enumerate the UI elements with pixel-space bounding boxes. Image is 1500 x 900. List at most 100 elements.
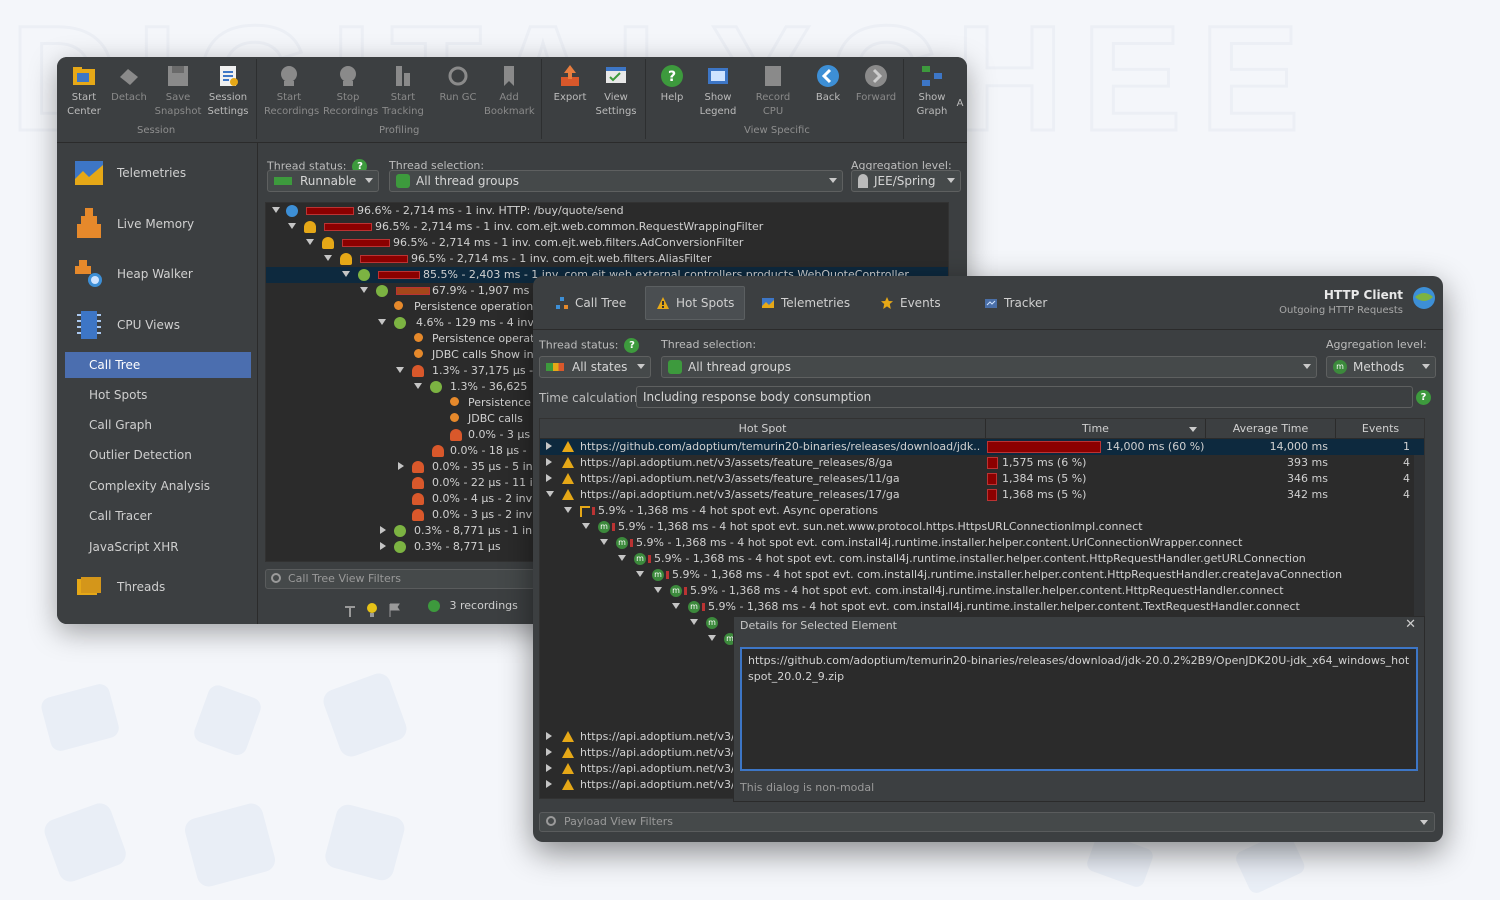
column-header-time[interactable]: Time [986, 419, 1206, 439]
start-tracking-button[interactable]: Start Tracking [378, 61, 428, 131]
table-row[interactable]: https://github.com/adoptium/temurin20-bi… [540, 439, 1424, 455]
http-client-window: Call Tree Hot Spots Telemetries Events T… [533, 276, 1443, 842]
thread-status-select[interactable]: Runnable [267, 170, 379, 192]
pin-icon[interactable] [343, 603, 357, 617]
payload-filter-input[interactable]: Payload View Filters [539, 812, 1435, 832]
view-settings-button[interactable]: View Settings [591, 61, 641, 131]
persistence-icon [450, 397, 459, 406]
tree-node[interactable]: m 5.9% - 1,368 ms - 4 hot spot evt. sun.n… [540, 519, 1424, 535]
sidebar-item-live-memory[interactable]: Live Memory [73, 206, 194, 242]
sidebar-item-call-tree[interactable]: Call Tree [65, 352, 251, 378]
tree-node[interactable]: 96.6% - 2,714 ms - 1 inv. HTTP: /buy/quo… [266, 203, 948, 219]
help-button[interactable]: ? Help [647, 61, 697, 131]
column-header-label: Time [1082, 422, 1109, 435]
save-snapshot-button[interactable]: Save Snapshot [153, 61, 203, 131]
sidebar-item-complexity-analysis[interactable]: Complexity Analysis [65, 473, 251, 499]
back-button[interactable]: Back [803, 61, 853, 131]
sidebar-item-call-tracer[interactable]: Call Tracer [65, 503, 251, 529]
sort-desc-icon [1189, 427, 1197, 432]
start-center-button[interactable]: Start Center [59, 61, 109, 131]
forward-button[interactable]: Forward [851, 61, 901, 131]
tree-node[interactable]: m 5.9% - 1,368 ms - 4 hot spot evt. com.i… [540, 567, 1424, 583]
tree-node-label: 96.5% - 2,714 ms - 1 inv. com.ejt.web.fi… [393, 236, 744, 249]
show-legend-button[interactable]: Show Legend [693, 61, 743, 131]
hot-spot-events: 4 [1403, 456, 1410, 469]
show-graph-button[interactable]: Show Graph [907, 61, 957, 131]
thread-selection-select[interactable]: All thread groups [389, 170, 843, 192]
table-row[interactable]: https://api.adoptium.net/v3/assets/featu… [540, 487, 1424, 503]
export-button[interactable]: Export [545, 61, 595, 131]
sidebar-item-heap-walker[interactable]: Heap Walker [73, 256, 193, 292]
sidebar-item-telemetries[interactable]: Telemetries [73, 155, 186, 191]
thread-status-select[interactable]: All states [539, 356, 651, 378]
heap-walker-icon [75, 260, 102, 287]
column-header-average-time[interactable]: Average Time [1206, 419, 1336, 439]
time-bar [987, 473, 997, 485]
tree-node[interactable]: m 5.9% - 1,368 ms - 4 hot spot evt. com.i… [540, 583, 1424, 599]
tab-label: Events [900, 296, 941, 310]
record-cpu-button[interactable]: Record CPU [748, 61, 798, 131]
tab-telemetries[interactable]: Telemetries [751, 286, 860, 320]
tree-node[interactable]: 96.5% - 2,714 ms - 1 inv. com.ejt.web.fi… [266, 235, 948, 251]
tree-node-label: Persistence [468, 396, 531, 409]
column-header-hot-spot[interactable]: Hot Spot [540, 419, 986, 439]
aggregation-level-select[interactable]: JEE/Spring [851, 170, 961, 192]
tree-node[interactable]: m 5.9% - 1,368 ms - 4 hot spot evt. com.i… [540, 599, 1424, 615]
dialog-content-textarea[interactable]: https://github.com/adoptium/temurin20-bi… [740, 647, 1418, 771]
tab-hot-spots[interactable]: Hot Spots [645, 286, 746, 320]
sidebar-item-javascript-xhr[interactable]: JavaScript XHR [65, 534, 251, 560]
save-icon [168, 66, 188, 86]
table-row[interactable]: https://api.adoptium.net/v3/assets/featu… [540, 455, 1424, 471]
stop-recordings-button[interactable]: Stop Recordings [323, 61, 378, 131]
tree-node-label: 5.9% - 1,368 ms - 4 hot spot evt. com.in… [690, 584, 1284, 597]
aggregation-level-select[interactable]: m Methods [1326, 356, 1436, 378]
sidebar-item-cpu-views[interactable]: CPU Views [73, 307, 180, 343]
warning-icon [562, 473, 574, 484]
thread-selection-select[interactable]: All thread groups [661, 356, 1317, 378]
recordings-count: 3 recordings [449, 599, 518, 612]
session-settings-button[interactable]: Session Settings [203, 61, 253, 131]
sidebar-item-call-graph[interactable]: Call Graph [65, 412, 251, 438]
tree-node-label: 67.9% - 1,907 ms - [432, 284, 537, 297]
tab-label: Call Tree [575, 296, 627, 310]
sidebar-item-threads[interactable]: Threads [73, 569, 165, 605]
warning-icon [562, 763, 574, 774]
tree-node[interactable]: 5.9% - 1,368 ms - 4 hot spot evt. Async … [540, 503, 1424, 519]
hot-spot-events: 4 [1403, 488, 1410, 501]
tree-node[interactable]: 96.5% - 2,714 ms - 1 inv. com.ejt.web.co… [266, 219, 948, 235]
tree-node[interactable]: m 5.9% - 1,368 ms - 4 hot spot evt. com.i… [540, 551, 1424, 567]
sidebar-item-hot-spots[interactable]: Hot Spots [65, 382, 251, 408]
chevron-down-icon[interactable] [1420, 820, 1428, 825]
time-bar [360, 255, 408, 263]
tree-node-label: 0.0% - 22 µs - 11 i [432, 476, 533, 489]
time-bar [987, 457, 998, 469]
flag-icon[interactable] [388, 603, 400, 617]
tab-events[interactable]: Events [870, 286, 951, 320]
back-label: Back [815, 92, 841, 103]
table-row[interactable]: https://api.adoptium.net/v3/assets/featu… [540, 471, 1424, 487]
time-calculation-select[interactable]: Including response body consumption [636, 386, 1413, 408]
tree-node[interactable]: 96.5% - 2,714 ms - 1 inv. com.ejt.web.fi… [266, 251, 948, 267]
hot-spot-average-time: 346 ms [1287, 472, 1328, 485]
start-recordings-button[interactable]: Start Recordings [264, 61, 319, 131]
column-header-events[interactable]: Events [1336, 419, 1424, 439]
tab-call-tree[interactable]: Call Tree [545, 286, 636, 320]
cpu-icon [765, 66, 781, 86]
settings-icon [220, 66, 238, 86]
forward-label: Forward [855, 92, 897, 103]
hot-spot-events: 4 [1403, 472, 1410, 485]
help-icon[interactable]: ? [624, 338, 640, 353]
call-tree-filter-input[interactable]: Call Tree View Filters [265, 569, 535, 589]
tab-tracker[interactable]: Tracker [974, 286, 1057, 320]
detach-button[interactable]: Detach [104, 61, 154, 131]
run-gc-button[interactable]: Run GC [433, 61, 483, 131]
close-icon[interactable]: ✕ [1405, 617, 1416, 632]
help-icon[interactable]: ? [1416, 390, 1431, 405]
tree-node-label: Persistence operat [432, 332, 535, 345]
dialog-footer-note: This dialog is non-modal [740, 781, 875, 794]
add-bookmark-button[interactable]: Add Bookmark [484, 61, 535, 131]
sidebar-item-outlier-detection[interactable]: Outlier Detection [65, 442, 251, 468]
tree-node[interactable]: m 5.9% - 1,368 ms - 4 hot spot evt. com.i… [540, 535, 1424, 551]
bulb-icon[interactable] [366, 603, 378, 617]
hot-spot-time: 1,368 ms (5 %) [1002, 488, 1087, 501]
